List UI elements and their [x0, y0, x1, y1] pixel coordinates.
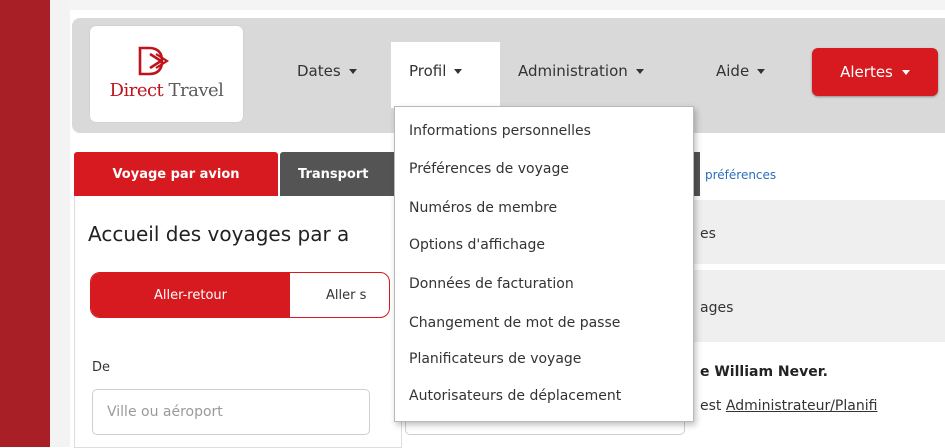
preferences-link[interactable]: préférences [705, 168, 776, 182]
menu-item-informations-personnelles[interactable]: Informations personnelles [409, 123, 591, 139]
caret-down-icon [635, 68, 644, 74]
caret-down-icon [757, 68, 766, 74]
from-input[interactable] [92, 389, 370, 435]
nav-administration[interactable]: Administration [518, 62, 644, 80]
nav-profil-label: Profil [409, 62, 447, 80]
info-panel-a-text: es [700, 226, 716, 242]
nav-aide-label: Aide [716, 62, 750, 80]
nav-dates-label: Dates [297, 62, 341, 80]
tab-transport[interactable]: Transport [280, 152, 400, 196]
caret-down-icon [454, 68, 463, 74]
alertes-label: Alertes [840, 63, 893, 81]
role-link[interactable]: Administrateur/Planifi [726, 398, 878, 414]
menu-item-changement-mot-de-passe[interactable]: Changement de mot de passe [409, 315, 620, 331]
info-panel-b-text: ages [700, 300, 734, 316]
left-accent-bar [0, 0, 50, 447]
logo-wordmark: Direct Travel [109, 80, 224, 101]
welcome-text: e William Never. [700, 364, 828, 380]
menu-item-autorisateurs-deplacement[interactable]: Autorisateurs de déplacement [409, 388, 621, 404]
tab-voyage-avion[interactable]: Voyage par avion [74, 152, 278, 196]
trip-type-oneway[interactable]: Aller s [290, 273, 389, 317]
alertes-button[interactable]: Alertes [812, 48, 938, 96]
menu-item-options-affichage[interactable]: Options d'affichage [409, 237, 545, 253]
nav-administration-label: Administration [518, 62, 628, 80]
from-label: De [92, 360, 111, 375]
menu-item-donnees-facturation[interactable]: Données de facturation [409, 276, 574, 292]
profil-dropdown-menu: Informations personnelles Préférences de… [394, 106, 694, 422]
caret-down-icon [901, 69, 910, 75]
menu-item-planificateurs-voyage[interactable]: Planificateurs de voyage [409, 351, 581, 367]
menu-item-preferences-voyage[interactable]: Préférences de voyage [409, 161, 569, 177]
page-gutter [50, 0, 70, 447]
booking-title: Accueil des voyages par a [88, 222, 350, 246]
trip-type-roundtrip[interactable]: Aller-retour [91, 273, 290, 317]
menu-item-numeros-membre[interactable]: Numéros de membre [409, 200, 557, 216]
role-text: est Administrateur/Planifi [700, 398, 878, 414]
nav-aide[interactable]: Aide [716, 62, 766, 80]
info-panel-a [688, 200, 945, 264]
direct-travel-logo-icon [138, 46, 170, 76]
nav-profil[interactable]: Profil [409, 62, 463, 80]
trip-type-toggle: Aller-retour Aller s [90, 272, 390, 318]
top-strip [70, 0, 945, 10]
logo[interactable]: Direct Travel [90, 26, 243, 122]
nav-dates[interactable]: Dates [297, 62, 357, 80]
caret-down-icon [348, 68, 357, 74]
